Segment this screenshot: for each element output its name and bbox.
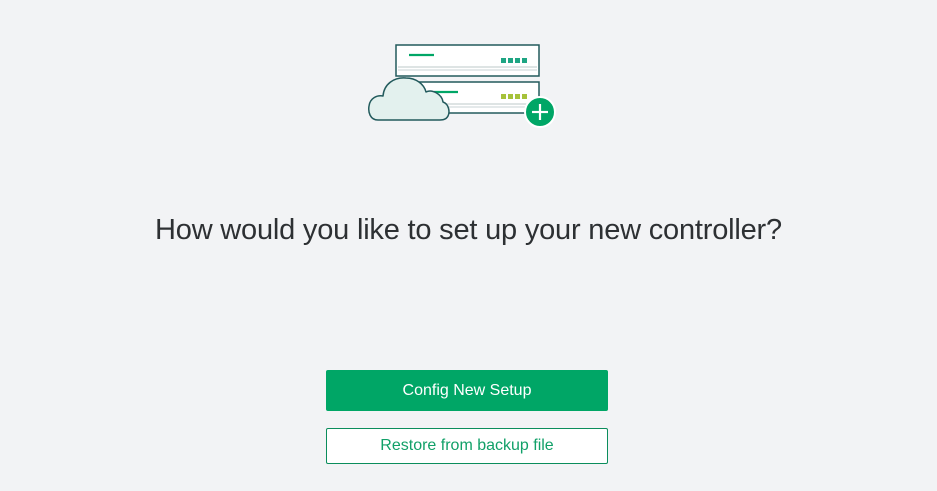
restore-from-backup-button[interactable]: Restore from backup file: [326, 428, 608, 464]
setup-page: How would you like to set up your new co…: [0, 0, 937, 491]
page-title: How would you like to set up your new co…: [155, 214, 782, 246]
config-new-setup-button[interactable]: Config New Setup: [326, 370, 608, 411]
controller-cloud-add-icon: [368, 44, 556, 128]
